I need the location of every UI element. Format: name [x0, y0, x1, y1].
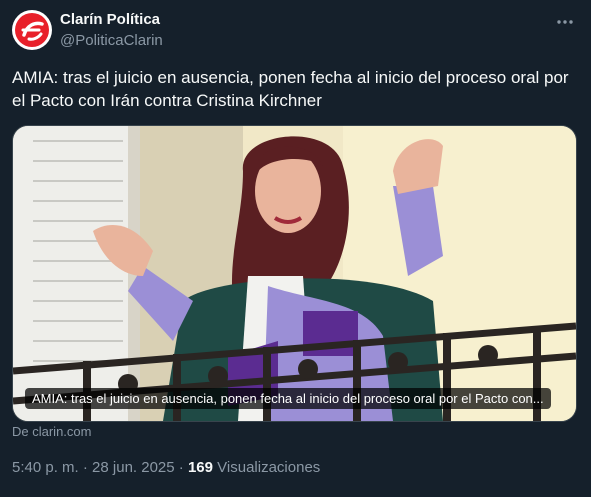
views-count: 169 — [187, 459, 213, 476]
clarin-logo-icon — [15, 13, 49, 47]
link-card[interactable]: AMIA: tras el juicio en ausencia, ponen … — [12, 125, 577, 422]
tweet-date[interactable]: 28 jun. 2025 — [92, 459, 175, 476]
tweet: Clarín Política @PoliticaClarin AMIA: tr… — [0, 0, 591, 497]
views-label: Visualizaciones — [213, 459, 321, 476]
card-caption: AMIA: tras el juicio en ausencia, ponen … — [25, 388, 551, 409]
card-source[interactable]: De clarin.com — [12, 424, 91, 439]
meta-separator: · — [174, 459, 188, 476]
more-options-button[interactable] — [553, 10, 577, 34]
tweet-text: AMIA: tras el juicio en ausencia, ponen … — [12, 68, 569, 110]
tweet-meta: 5:40 p. m. · 28 jun. 2025 · 169 Visualiz… — [12, 459, 320, 476]
meta-separator: · — [78, 459, 93, 476]
article-image — [13, 126, 576, 421]
account-handle[interactable]: @PoliticaClarin — [60, 32, 163, 49]
tweet-time[interactable]: 5:40 p. m. — [12, 459, 79, 476]
avatar[interactable] — [12, 10, 52, 50]
account-name[interactable]: Clarín Política — [60, 11, 160, 28]
more-dots-icon — [557, 20, 573, 24]
